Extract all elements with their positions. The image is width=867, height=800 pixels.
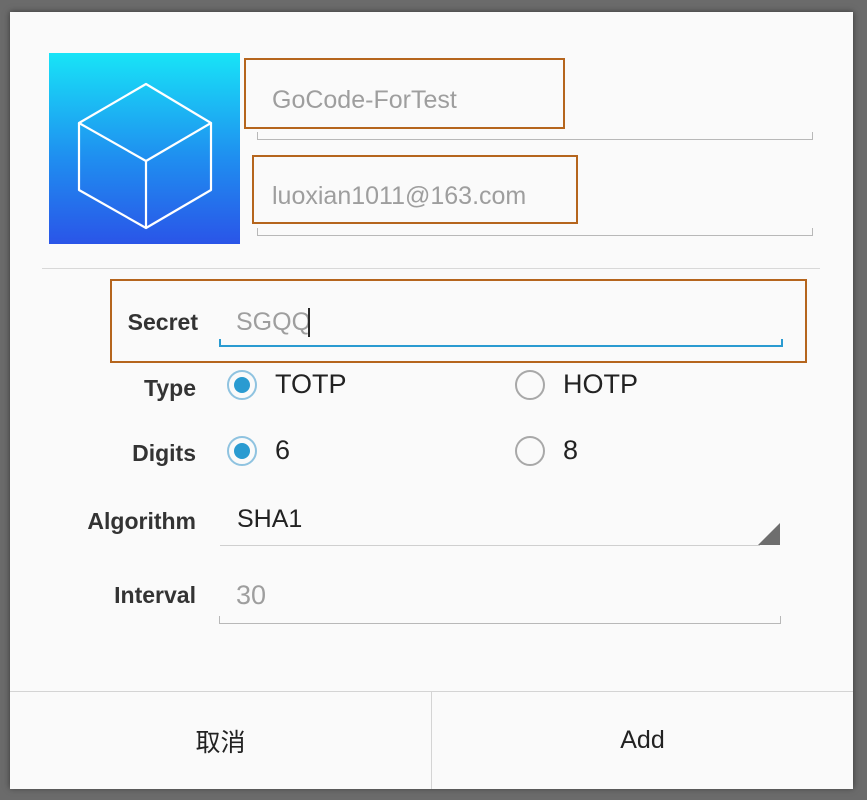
secret-highlight-box [110,279,807,363]
digits-option-6[interactable]: 6 [227,435,290,466]
type-option-totp[interactable]: TOTP [227,369,347,400]
digits-option-6-label: 6 [275,435,291,465]
cube-icon[interactable] [49,53,240,244]
account-underline [257,228,813,236]
add-button[interactable]: Add [431,692,853,789]
type-option-totp-label: TOTP [275,369,347,399]
type-option-hotp[interactable]: HOTP [515,369,638,400]
account-highlight-box [252,155,578,224]
cancel-button[interactable]: 取消 [10,692,431,789]
type-label: Type [144,375,196,401]
radio-unchecked-icon [515,369,545,400]
issuer-underline [257,132,813,140]
radio-checked-icon [227,435,257,466]
type-option-hotp-label: HOTP [563,369,639,399]
algorithm-select[interactable]: SHA1 [220,497,782,547]
interval-input[interactable] [236,577,776,613]
digits-label: Digits [132,440,196,466]
cube-outline-icon [77,82,213,230]
digits-option-8-label: 8 [563,435,579,465]
dropdown-arrow-icon [758,523,780,545]
dialog-button-bar: 取消 Add [10,691,853,789]
digits-option-8[interactable]: 8 [515,435,578,466]
algorithm-selected-value: SHA1 [237,505,303,533]
interval-label: Interval [114,582,196,608]
interval-underline [219,616,781,624]
header-divider [42,268,820,269]
radio-checked-icon [227,369,257,400]
issuer-highlight-box [244,58,565,129]
algorithm-label: Algorithm [87,508,196,534]
algorithm-underline [220,545,760,546]
radio-unchecked-icon [515,435,545,466]
add-account-dialog: Secret Type TOTP HOTP Digits 6 8 Algorit… [10,12,853,789]
